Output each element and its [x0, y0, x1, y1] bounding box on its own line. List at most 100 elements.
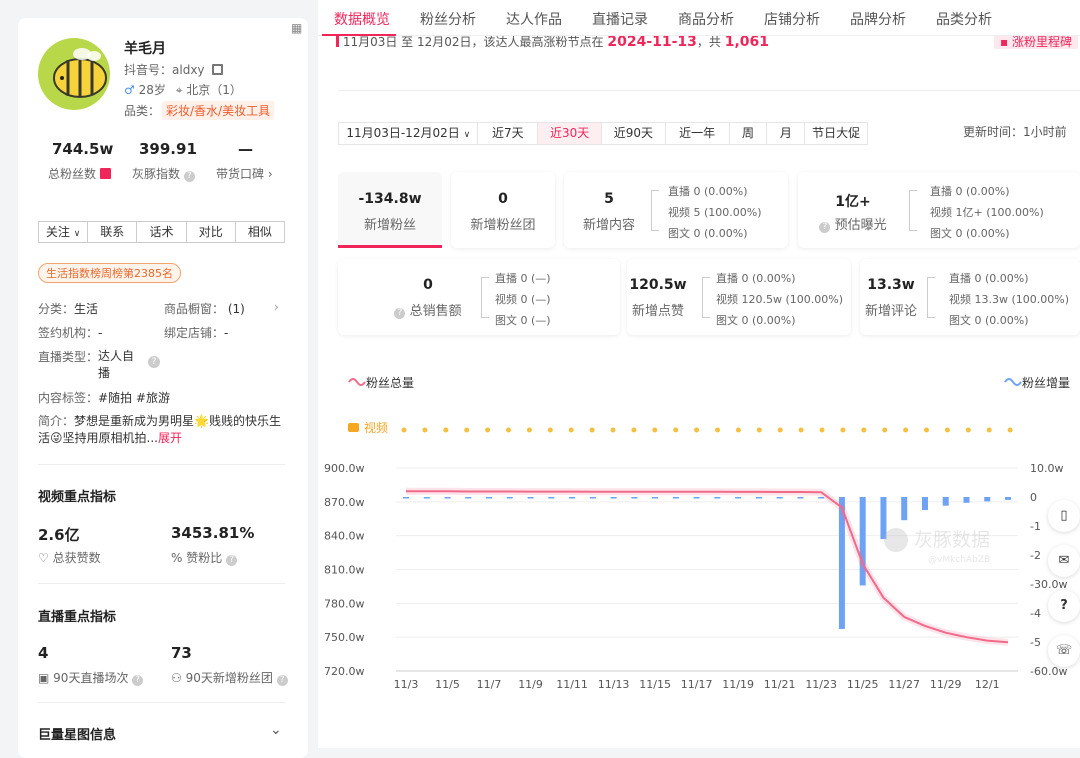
message-icon[interactable]: ✉ [1048, 545, 1080, 577]
douyin-id: aldxy [172, 63, 205, 77]
event-dot [735, 427, 741, 433]
sub-row: 直播 0 (—) [495, 272, 551, 285]
increment-bar [610, 497, 617, 499]
help-icon[interactable]: ? [394, 308, 406, 319]
help-icon[interactable]: ? [1048, 590, 1080, 622]
event-dot [777, 427, 783, 433]
sub-row: 视频 120.5w (100.00%) [716, 293, 844, 306]
video-section-title: 视频重点指标 [38, 490, 117, 505]
metric-label: ? 总销售额 [338, 300, 518, 319]
metric-card-new-content[interactable]: 5 新增内容 直播 0 (0.00%) 视频 5 (100.00%) 图文 0 … [564, 172, 788, 248]
period-festival[interactable]: 节日大促 [805, 123, 867, 144]
tab-fans[interactable]: 粉丝分析 [420, 9, 476, 29]
period-90d[interactable]: 近90天 [602, 123, 666, 144]
location: 北京（1） [186, 83, 242, 97]
tab-categories[interactable]: 品类分析 [936, 9, 992, 29]
category-badge[interactable]: 彩妆/香水/美妆工具 [162, 101, 275, 120]
script-button[interactable]: 话术 [137, 222, 187, 242]
increment-bar [901, 497, 908, 521]
tab-works[interactable]: 达人作品 [506, 9, 562, 29]
metric-card-new-comments[interactable]: 13.3w 新增评论 直播 0 (0.00%) 视频 13.3w (100.00… [860, 259, 1080, 335]
event-dot [673, 427, 679, 433]
legend-fans-increment[interactable]: 粉丝增量 [1004, 376, 1070, 390]
live-count: 4 [38, 644, 49, 662]
x-axis: 11/3 11/5 11/7 11/9 11/11 11/13 11/15 11/17 11/1… [394, 670, 1018, 691]
increment-bar [735, 497, 742, 499]
increment-bar [506, 497, 513, 499]
expand-link[interactable]: 展开 [158, 431, 182, 445]
sub-row: 图文 0 (0.00%) [716, 314, 796, 327]
fans-trend-chart[interactable]: 粉丝总量 粉丝增量 视频 900.0w 870.0w 840.0w 810.0w 780… [318, 360, 1080, 700]
help-icon[interactable]: ? [226, 555, 238, 566]
tab-brands[interactable]: 品牌分析 [850, 9, 906, 29]
wechat-icon[interactable]: ☏ [1048, 635, 1080, 667]
sub-row: 直播 0 (0.00%) [668, 185, 748, 198]
heart-icon: ♡ [38, 551, 49, 565]
tab-products[interactable]: 商品分析 [678, 9, 734, 29]
x-tick-label: 11/11 [556, 678, 588, 691]
bracket [702, 277, 710, 318]
metric-card-sales[interactable]: 0 ? 总销售额 直播 0 (—) 视频 0 (—) 图文 0 (—) [338, 259, 620, 335]
svg-text:视频: 视频 [364, 420, 388, 435]
increment-bar [423, 497, 430, 499]
increment-bar [797, 497, 804, 499]
similar-button[interactable]: 相似 [236, 222, 284, 242]
copy-icon[interactable]: ▦ [291, 21, 302, 35]
rank-badge[interactable]: 生活指数榜周榜第2385名 [38, 263, 181, 283]
help-icon[interactable]: ? [183, 171, 195, 182]
divider [38, 464, 285, 465]
metric-card-new-likes[interactable]: 120.5w 新增点赞 直播 0 (0.00%) 视频 120.5w (100.… [627, 259, 851, 335]
phone-icon[interactable]: ▯ [1048, 500, 1080, 532]
compare-button[interactable]: 对比 [187, 222, 236, 242]
period-month[interactable]: 月 [767, 123, 806, 144]
y-left-tick-label: 780.0w [324, 597, 365, 610]
legend-fans-total[interactable]: 粉丝总量 [348, 376, 414, 390]
period-1y[interactable]: 近一年 [666, 123, 730, 144]
contact-button[interactable]: 联系 [88, 222, 138, 242]
live-section-title: 直播重点指标 [38, 610, 117, 625]
x-tick-label: 11/21 [764, 678, 796, 691]
metric-card-new-fan-groups[interactable]: 0 新增粉丝团 [451, 172, 555, 248]
help-icon[interactable]: ? [819, 222, 831, 233]
showcase-row[interactable]: 商品橱窗： (1) › [164, 300, 279, 317]
like-fan-ratio: 3453.81% [171, 524, 255, 542]
metric-card-new-fans[interactable]: -134.8w 新增粉丝 [338, 172, 442, 248]
reputation-label[interactable]: 带货口碑 › [216, 165, 273, 182]
sub-row: 图文 0 (0.00%) [930, 227, 1010, 240]
x-tick-label: 11/9 [518, 678, 543, 691]
period-week[interactable]: 周 [730, 123, 768, 144]
video-event-marker[interactable]: 视频 [348, 420, 388, 435]
event-dot [944, 427, 950, 433]
total-line [405, 487, 1009, 646]
sub-row: 视频 1亿+ (100.00%) [930, 206, 1044, 219]
live-count-label: ▣ 90天直播场次 ? [38, 669, 144, 686]
bracket [927, 277, 935, 318]
tab-shops[interactable]: 店铺分析 [764, 9, 820, 29]
chevron-down-icon[interactable]: ⌄ [270, 722, 282, 738]
avatar[interactable] [38, 38, 110, 110]
metric-value: 5 [604, 191, 614, 207]
chart-icon[interactable] [99, 168, 111, 179]
copy-id-icon[interactable] [212, 64, 224, 75]
help-icon[interactable]: ? [132, 675, 144, 686]
increment-bar [652, 497, 659, 499]
metric-card-exposure[interactable]: 1亿+ ? 预估曝光 直播 0 (0.00%) 视频 1亿+ (100.00%)… [798, 172, 1080, 248]
increment-bar [527, 497, 534, 499]
tab-overview[interactable]: 数据概览 [334, 9, 390, 29]
event-dot [401, 427, 407, 433]
event-dot [819, 427, 825, 433]
help-icon[interactable]: ? [276, 675, 288, 686]
date-range-picker[interactable]: 11月03日-12月02日 ∨ [339, 123, 479, 144]
help-icon[interactable]: ? [148, 356, 160, 368]
increment-bar [672, 497, 679, 499]
period-30d[interactable]: 近30天 [538, 123, 603, 144]
increment-bar [631, 497, 638, 499]
event-dot [610, 427, 616, 433]
increment-bar [963, 497, 970, 503]
tab-live[interactable]: 直播记录 [592, 9, 648, 29]
total-likes-label: ♡ 总获赞数 [38, 551, 101, 565]
period-7d[interactable]: 近7天 [478, 123, 539, 144]
event-dot [422, 427, 428, 433]
event-dot [1007, 427, 1013, 433]
follow-button[interactable]: 关注 ∨ [39, 222, 89, 242]
